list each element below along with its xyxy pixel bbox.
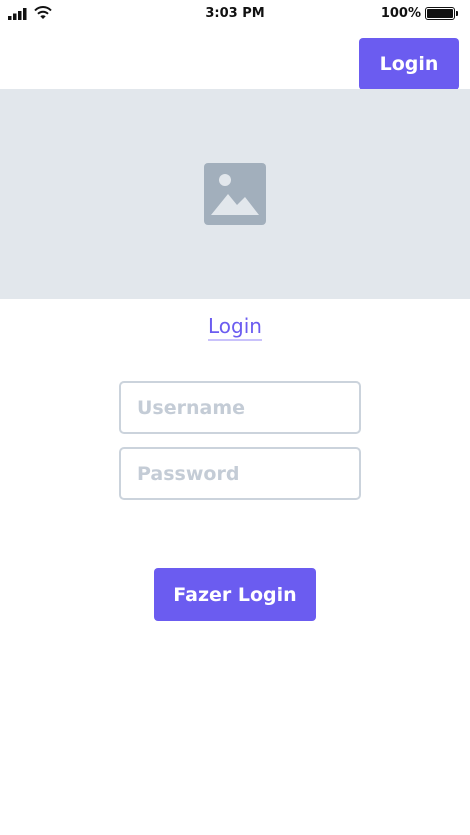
- battery-icon: [425, 7, 455, 20]
- hero-image-placeholder: [0, 89, 470, 299]
- battery-tip: [456, 11, 458, 16]
- page-title-link[interactable]: Login: [208, 313, 262, 341]
- password-input[interactable]: [119, 447, 361, 500]
- status-right: 100%: [381, 6, 458, 21]
- battery-percent: 100%: [380, 6, 421, 21]
- status-bar: 3:03 PM 100%: [0, 0, 470, 28]
- username-input[interactable]: [119, 381, 361, 434]
- image-placeholder-icon: [204, 163, 266, 225]
- fazer-login-button[interactable]: Fazer Login: [154, 568, 316, 621]
- battery-fill: [427, 9, 453, 18]
- page-title: Login: [0, 313, 470, 341]
- header-login-button[interactable]: Login: [359, 38, 459, 90]
